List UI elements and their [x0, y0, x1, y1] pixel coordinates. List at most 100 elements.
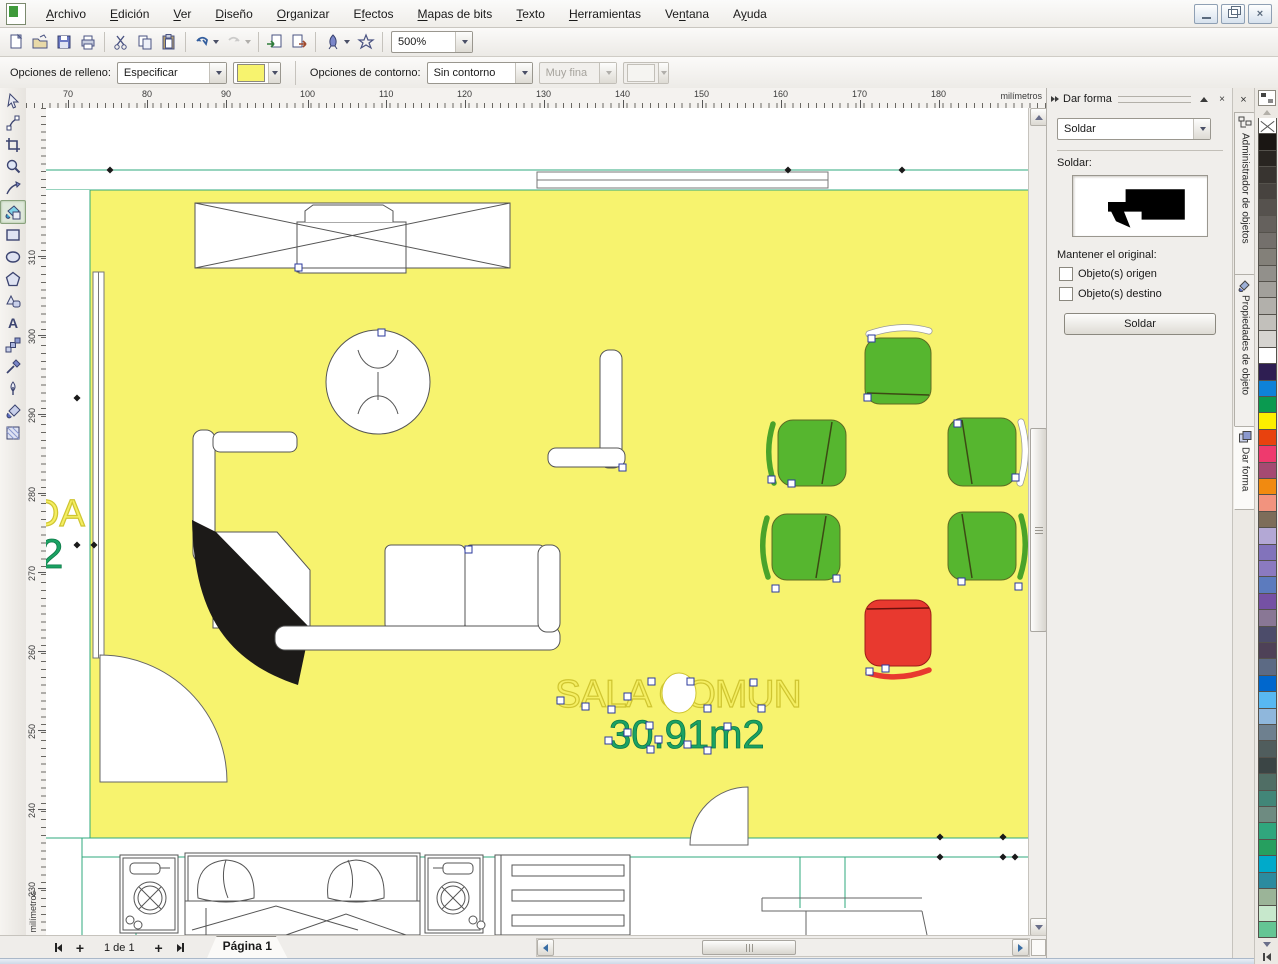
node-handle[interactable] — [833, 575, 840, 582]
palette-swatch-0e82d8[interactable] — [1258, 380, 1277, 397]
corel-graphics-button[interactable] — [354, 31, 378, 53]
chair-green[interactable] — [948, 512, 1025, 580]
node-handle[interactable] — [684, 741, 691, 748]
target-objects-checkbox[interactable] — [1059, 287, 1073, 301]
palette-swatch-e8420e[interactable] — [1258, 429, 1277, 446]
palette-swatch-c2c0bb[interactable] — [1258, 314, 1277, 331]
palette-scroll-down[interactable] — [1258, 938, 1276, 950]
node-handle[interactable] — [655, 736, 662, 743]
menu-herramientas[interactable]: Herramientas — [557, 3, 653, 25]
left-window[interactable] — [93, 272, 104, 658]
palette-flyout-button[interactable] — [1258, 950, 1276, 964]
chair-green[interactable] — [769, 420, 846, 486]
zoom-level-combo[interactable]: 500% — [391, 31, 473, 53]
vertical-ruler[interactable]: milímetros 31030029028027026025024023022… — [26, 108, 47, 935]
palette-swatch-ffffff[interactable] — [1258, 347, 1277, 364]
target-objects-row[interactable]: Objeto(s) destino — [1059, 287, 1223, 301]
source-objects-checkbox[interactable] — [1059, 267, 1073, 281]
palette-swatch-30a67d[interactable] — [1258, 822, 1277, 839]
drawing-canvas[interactable]: SALA COMUN 30.91m2 DA 2 — [46, 108, 1028, 935]
palette-swatch-c7e8cc[interactable] — [1258, 905, 1277, 922]
node-handle[interactable] — [608, 706, 615, 713]
import-button[interactable] — [263, 31, 287, 53]
node-handle[interactable] — [864, 394, 871, 401]
weld-apply-button[interactable]: Soldar — [1064, 313, 1216, 335]
nightstand-right[interactable] — [425, 855, 485, 933]
fill-color-picker[interactable] — [233, 62, 281, 84]
menu-texto[interactable]: Texto — [504, 3, 557, 25]
source-objects-row[interactable]: Objeto(s) origen — [1059, 267, 1223, 281]
palette-swatch-6e8b81[interactable] — [1258, 806, 1277, 823]
nightstand-left[interactable] — [120, 855, 178, 933]
shaping-mode-dropdown[interactable] — [1193, 119, 1210, 139]
docker-rollup-button[interactable] — [1197, 92, 1211, 106]
export-button[interactable] — [287, 31, 311, 53]
palette-swatch-838079[interactable] — [1258, 248, 1277, 265]
horizontal-scrollbar[interactable] — [536, 938, 1030, 957]
fill-color-dropdown[interactable] — [268, 63, 280, 83]
menu-ventana[interactable]: Ventana — [653, 3, 721, 25]
tool-eyedropper[interactable] — [1, 356, 25, 378]
palette-swatch-383430[interactable] — [1258, 166, 1277, 183]
node-handle[interactable] — [1015, 583, 1022, 590]
menu-ayuda[interactable]: Ayuda — [721, 3, 779, 25]
cut-button[interactable] — [109, 31, 133, 53]
palette-swatch-8b7ac0[interactable] — [1258, 560, 1277, 577]
tool-interactive-blend[interactable] — [1, 334, 25, 356]
palette-swatch-00aaca[interactable] — [1258, 855, 1277, 872]
sideboard[interactable] — [195, 203, 510, 273]
tool-ellipse[interactable] — [1, 246, 25, 268]
stray-text-bottom[interactable]: 2 — [46, 530, 63, 577]
node-handle[interactable] — [954, 420, 961, 427]
menu-mapas-de-bits[interactable]: Mapas de bits — [406, 3, 505, 25]
palette-swatch-47433f[interactable] — [1258, 183, 1277, 200]
bed[interactable] — [185, 853, 420, 935]
tab-object-manager[interactable]: Administrador de objetos — [1234, 112, 1256, 278]
palette-swatch-3b4545[interactable] — [1258, 757, 1277, 774]
tool-basic-shapes[interactable] — [1, 290, 25, 312]
tool-zoom[interactable] — [1, 156, 25, 178]
palette-swatch-b3a8d5[interactable] — [1258, 527, 1277, 544]
palette-swatch-f18a10[interactable] — [1258, 478, 1277, 495]
menu-ver[interactable]: Ver — [161, 3, 203, 25]
outline-mode-combo[interactable]: Sin contorno — [427, 62, 533, 84]
node-handle[interactable] — [295, 264, 302, 271]
palette-swatch-505d5d[interactable] — [1258, 740, 1277, 757]
node-handle[interactable] — [788, 480, 795, 487]
palette-swatch-5c7bbe[interactable] — [1258, 576, 1277, 593]
fill-mode-combo[interactable]: Especificar — [117, 62, 227, 84]
add-page-before-button[interactable]: + — [72, 940, 88, 956]
stray-text-top[interactable]: DA — [46, 493, 85, 535]
node-handle[interactable] — [958, 578, 965, 585]
tool-interactive-fill[interactable] — [1, 422, 25, 444]
paste-button[interactable] — [157, 31, 181, 53]
undo-button[interactable] — [190, 31, 222, 53]
palette-swatch-2e1e52[interactable] — [1258, 363, 1277, 380]
tool-pick[interactable] — [1, 90, 25, 112]
menu-edición[interactable]: Edición — [98, 3, 161, 25]
node-handle[interactable] — [624, 693, 631, 700]
node-handle[interactable] — [704, 747, 711, 754]
shaping-mode-combo[interactable]: Soldar — [1057, 118, 1211, 140]
menu-archivo[interactable]: Archivo — [34, 3, 98, 25]
node-handle[interactable] — [647, 746, 654, 753]
palette-swatch-0a9a50[interactable] — [1258, 396, 1277, 413]
node-handle[interactable] — [724, 723, 731, 730]
restore-button[interactable] — [1221, 4, 1245, 24]
palette-swatch-7551a4[interactable] — [1258, 593, 1277, 610]
node-handle[interactable] — [624, 729, 631, 736]
palette-swatch-2b8b9f[interactable] — [1258, 872, 1277, 889]
docker-strip-close-button[interactable]: × — [1236, 92, 1251, 107]
node-handle[interactable] — [648, 678, 655, 685]
palette-swatch-8fb7dc[interactable] — [1258, 708, 1277, 725]
node-handle[interactable] — [582, 703, 589, 710]
chair-green[interactable] — [763, 514, 840, 580]
last-page-button[interactable] — [173, 940, 189, 956]
palette-swatch-b2b0ab[interactable] — [1258, 297, 1277, 314]
vertical-scrollbar[interactable] — [1028, 108, 1047, 935]
horizontal-ruler[interactable]: milímetros 70809010011012013014015016017… — [26, 88, 1047, 109]
node-handle[interactable] — [465, 546, 472, 553]
outline-mode-dropdown[interactable] — [515, 63, 532, 83]
first-page-button[interactable] — [50, 940, 66, 956]
docker-close-button[interactable]: × — [1215, 92, 1229, 106]
